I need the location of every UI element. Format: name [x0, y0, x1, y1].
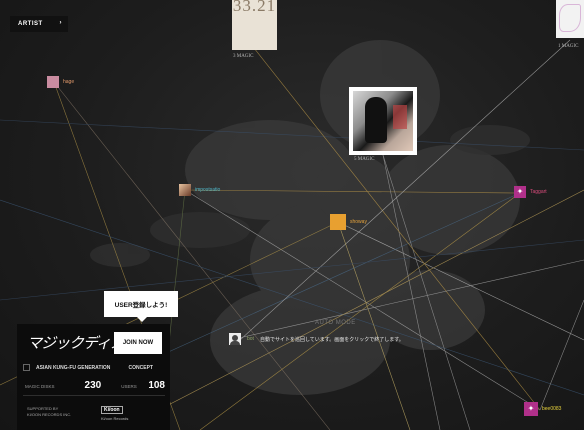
magic-discs-count: 230: [84, 380, 102, 391]
supported-by-line: KI/OON RECORDS INC.: [27, 412, 72, 417]
supported-by: SUPPORTED BY KI/OON RECORDS INC.: [27, 406, 71, 418]
album-cover-right[interactable]: [556, 0, 584, 38]
artist-menu-label: ARTIST: [18, 21, 43, 27]
users-count: 108: [148, 380, 165, 391]
user-node[interactable]: impostsatio: [179, 184, 220, 196]
info-row: ASIAN KUNG-FU GENERATION CONCEPT: [23, 364, 163, 371]
cover-artwork: [353, 91, 413, 151]
user-node[interactable]: hage: [47, 76, 74, 88]
concept-link[interactable]: CONCEPT: [129, 365, 153, 371]
signup-tooltip: USER登録しよう!: [104, 291, 178, 322]
album-magic-count: 5 MAGIC: [354, 157, 375, 162]
user-name: showay: [350, 219, 367, 225]
info-panel: マジックディスク JOIN NOW ASIAN KUNG-FU GENERATI…: [17, 324, 170, 430]
band-link[interactable]: ASIAN KUNG-FU GENERATION: [36, 365, 110, 371]
stats-row: MAGIC DISKS 230 USERS 108: [25, 380, 165, 391]
user-avatar: [330, 214, 346, 230]
twitter-bird-icon: ✦: [514, 186, 526, 198]
artist-menu-button[interactable]: ARTIST ›: [10, 16, 68, 32]
user-name: Taggart: [530, 189, 547, 195]
user-avatar: [47, 76, 59, 88]
auto-mode-label: AUTO MODE: [315, 320, 356, 326]
twitter-bird-icon: ✦: [524, 402, 538, 416]
album-cover-main[interactable]: [349, 87, 417, 155]
chevron-right-icon: ›: [59, 20, 62, 26]
album-cover-top[interactable]: 33.21: [232, 0, 277, 50]
cover-artwork: [559, 4, 581, 32]
user-name: hage: [63, 79, 75, 85]
kioon-logo[interactable]: Ki/oon Ki/oon Records: [101, 406, 128, 421]
kioon-label-name: Ki/oon Records: [101, 416, 129, 421]
kioon-logo-mark: Ki/oon: [101, 406, 123, 414]
checkbox-icon[interactable]: [23, 364, 30, 371]
user-name: impostsatio: [195, 187, 221, 193]
album-cover-title: 33.21: [232, 0, 277, 15]
album-magic-count: 3 MAGIC: [233, 54, 254, 59]
user-avatar: [179, 184, 191, 196]
auto-mode-text: 自動でサイトを巡回しています。画面をクリックで終了します。: [259, 336, 404, 343]
magic-disk-visualizer[interactable]: ARTIST › 33.21 3 MAGIC 1 MAGIC 5 MAGIC h…: [0, 0, 584, 430]
user-node[interactable]: showay: [330, 214, 367, 230]
user-node[interactable]: ✦ Taggart: [514, 186, 547, 198]
divider: [23, 395, 165, 396]
user-avatar-icon: [229, 333, 241, 345]
auto-mode-user: bot: [247, 336, 254, 342]
magic-discs-label: MAGIC DISKS: [25, 384, 55, 389]
users-label: USERS: [121, 384, 137, 389]
album-magic-count: 1 MAGIC: [558, 44, 579, 49]
auto-mode-message[interactable]: bot 自動でサイトを巡回しています。画面をクリックで終了します。: [229, 333, 404, 345]
user-node[interactable]: ✦ bee0083: [524, 402, 561, 416]
user-name: bee0083: [542, 406, 562, 412]
join-now-button[interactable]: JOIN NOW: [114, 332, 162, 354]
